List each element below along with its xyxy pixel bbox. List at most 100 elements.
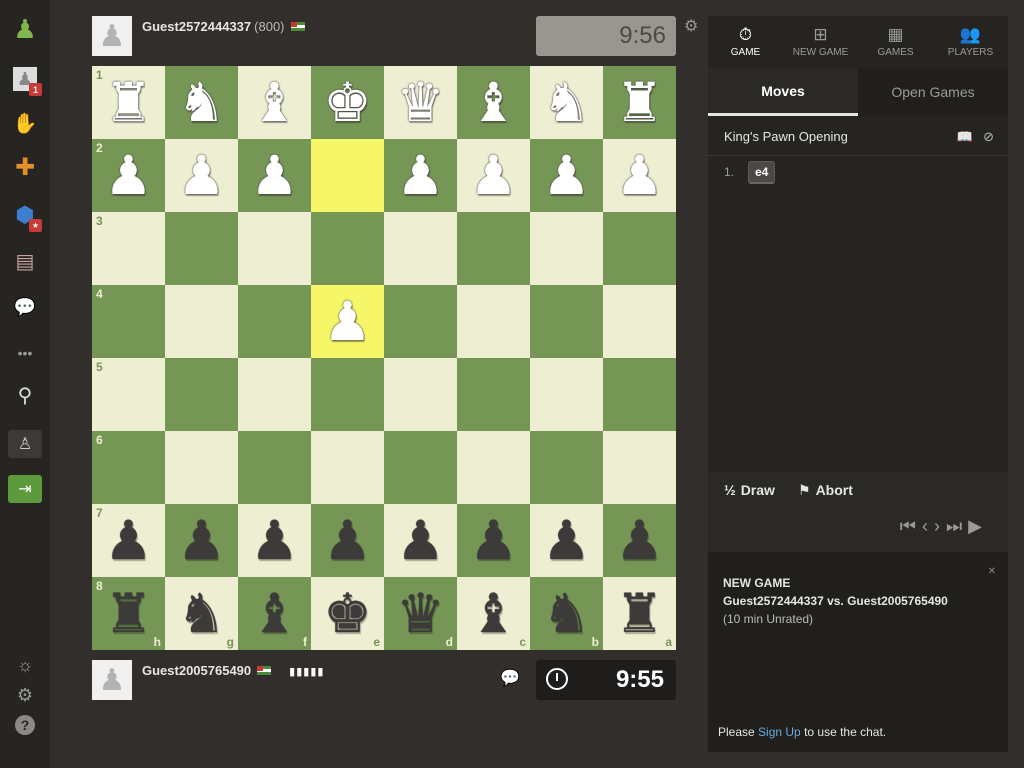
white-queen-piece[interactable]: ♛: [396, 76, 444, 130]
black-rook-piece[interactable]: ♜: [104, 587, 152, 641]
black-pawn-piece[interactable]: ♟: [542, 514, 590, 568]
board-square[interactable]: [311, 212, 384, 285]
board-square[interactable]: ♛: [384, 66, 457, 139]
bottom-player-name[interactable]: Guest2005765490: [142, 663, 251, 678]
board-square[interactable]: 3: [92, 212, 165, 285]
board-settings-gear-icon[interactable]: ⚙: [684, 16, 698, 36]
black-knight-piece[interactable]: ♞: [542, 587, 590, 641]
board-square[interactable]: [603, 212, 676, 285]
black-pawn-piece[interactable]: ♟: [615, 514, 663, 568]
board-square[interactable]: [238, 431, 311, 504]
learn-cap-icon[interactable]: ⬢ ★: [10, 200, 42, 232]
black-rook-piece[interactable]: ♜: [615, 587, 663, 641]
board-square[interactable]: [384, 285, 457, 358]
black-bishop-piece[interactable]: ♝: [469, 587, 517, 641]
add-friend-icon[interactable]: ♙: [8, 430, 42, 458]
board-square[interactable]: 6: [92, 431, 165, 504]
board-square[interactable]: [384, 431, 457, 504]
nav-game[interactable]: ⏱ GAME: [708, 16, 783, 68]
bottom-player-avatar[interactable]: ♟: [92, 660, 132, 700]
board-square[interactable]: ♟: [165, 504, 238, 577]
black-king-piece[interactable]: ♚: [323, 587, 371, 641]
abort-button[interactable]: ⚑ Abort: [798, 482, 853, 499]
board-square[interactable]: [238, 285, 311, 358]
board-square[interactable]: [165, 358, 238, 431]
play-icon[interactable]: ▶: [968, 516, 988, 536]
board-square[interactable]: [311, 139, 384, 212]
board-square[interactable]: a ♜: [603, 577, 676, 650]
board-square[interactable]: [603, 285, 676, 358]
board-square[interactable]: 2 ♟: [92, 139, 165, 212]
next-move-icon[interactable]: ›: [934, 516, 946, 536]
black-knight-piece[interactable]: ♞: [177, 587, 225, 641]
board-square[interactable]: [457, 358, 530, 431]
board-square[interactable]: ♟: [457, 504, 530, 577]
board-square[interactable]: 7 ♟: [92, 504, 165, 577]
board-square[interactable]: [457, 212, 530, 285]
white-pawn-piece[interactable]: ♟: [323, 295, 371, 349]
board-square[interactable]: ♝: [238, 66, 311, 139]
board-square[interactable]: [238, 358, 311, 431]
board-square[interactable]: g ♞: [165, 577, 238, 650]
community-chat-icon[interactable]: 💬: [10, 292, 40, 322]
white-pawn-piece[interactable]: ♟: [177, 149, 225, 203]
board-square[interactable]: ♟: [457, 139, 530, 212]
puzzle-hand-icon[interactable]: ✋: [10, 108, 40, 138]
white-bishop-piece[interactable]: ♝: [469, 76, 517, 130]
board-square[interactable]: [165, 212, 238, 285]
board-square[interactable]: [384, 358, 457, 431]
board-square[interactable]: [165, 431, 238, 504]
search-icon[interactable]: ⚲: [10, 380, 40, 410]
board-square[interactable]: 1 ♜: [92, 66, 165, 139]
explorer-compass-icon[interactable]: ⊘: [983, 129, 994, 144]
white-pawn-piece[interactable]: ♟: [104, 149, 152, 203]
board-square[interactable]: b ♞: [530, 577, 603, 650]
board-square[interactable]: [530, 212, 603, 285]
board-square[interactable]: [603, 431, 676, 504]
nav-players[interactable]: 👥 PLAYERS: [933, 16, 1008, 68]
white-pawn-piece[interactable]: ♟: [250, 149, 298, 203]
board-square[interactable]: ♟: [311, 285, 384, 358]
white-knight-piece[interactable]: ♞: [177, 76, 225, 130]
board-square[interactable]: [311, 431, 384, 504]
more-dots-icon[interactable]: •••: [10, 338, 40, 368]
nav-games[interactable]: ▦ GAMES: [858, 16, 933, 68]
board-square[interactable]: ♚: [311, 66, 384, 139]
board-square[interactable]: ♟: [603, 504, 676, 577]
tab-open-games[interactable]: Open Games: [858, 68, 1008, 116]
chess-pawn-logo-icon[interactable]: ♟: [10, 14, 40, 44]
top-player-avatar[interactable]: ♟: [92, 16, 132, 56]
board-square[interactable]: ♟: [530, 139, 603, 212]
board-square[interactable]: [603, 358, 676, 431]
board-square[interactable]: [457, 431, 530, 504]
white-pawn-piece[interactable]: ♟: [396, 149, 444, 203]
book-icon[interactable]: 📖: [957, 129, 973, 144]
board-square[interactable]: [384, 212, 457, 285]
board-square[interactable]: [165, 285, 238, 358]
tab-moves[interactable]: Moves: [708, 68, 858, 116]
board-square[interactable]: [530, 358, 603, 431]
nav-new-game[interactable]: ⊞ NEW GAME: [783, 16, 858, 68]
board-square[interactable]: e ♚: [311, 577, 384, 650]
board-square[interactable]: [238, 212, 311, 285]
board-square[interactable]: ♝: [457, 66, 530, 139]
white-move[interactable]: e4: [748, 160, 776, 184]
top-player-name[interactable]: Guest2572444337: [142, 19, 251, 34]
settings-icon[interactable]: ⚙: [10, 680, 40, 710]
white-rook-piece[interactable]: ♜: [104, 76, 152, 130]
board-square[interactable]: f ♝: [238, 577, 311, 650]
black-pawn-piece[interactable]: ♟: [104, 514, 152, 568]
black-bishop-piece[interactable]: ♝: [250, 587, 298, 641]
white-pawn-piece[interactable]: ♟: [469, 149, 517, 203]
board-square[interactable]: ♟: [603, 139, 676, 212]
puzzle-piece-icon[interactable]: ✚: [10, 152, 40, 182]
news-icon[interactable]: ▤: [10, 246, 40, 276]
board-square[interactable]: 5: [92, 358, 165, 431]
black-pawn-piece[interactable]: ♟: [177, 514, 225, 568]
board-square[interactable]: ♟: [238, 504, 311, 577]
profile-avatar-icon[interactable]: ♟ 1: [10, 64, 42, 96]
board-square[interactable]: [530, 285, 603, 358]
board-square[interactable]: [311, 358, 384, 431]
login-icon[interactable]: ⇥: [8, 475, 42, 503]
white-pawn-piece[interactable]: ♟: [615, 149, 663, 203]
